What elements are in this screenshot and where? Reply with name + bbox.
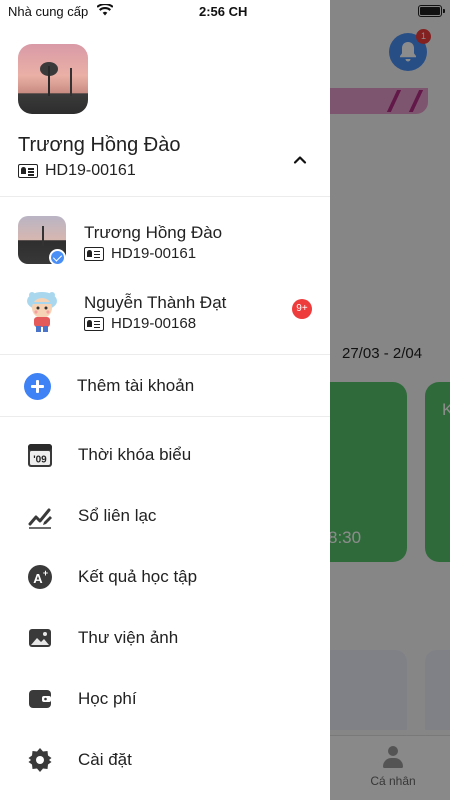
account-id: HD19-00168 [111, 315, 197, 332]
menu-item-timetable[interactable]: '09 Thời khóa biểu [0, 427, 330, 483]
id-card-icon [18, 164, 38, 178]
account-name: Trương Hồng Đào [84, 223, 223, 242]
account-item-1[interactable]: Trương Hồng Đào HD19-00161 [0, 216, 330, 278]
account-item-2[interactable]: Nguyễn Thành Đạt HD19-00168 9+ [0, 286, 330, 348]
account-avatar [18, 286, 66, 334]
current-user-id: HD19-00161 [45, 162, 136, 179]
carrier-label: Nhà cung cấp [8, 4, 89, 19]
menu-label: Kết quả học tập [78, 567, 198, 586]
menu-item-tuition[interactable]: Học phí [0, 671, 330, 727]
wifi-icon [97, 4, 113, 16]
id-card-icon [84, 246, 104, 261]
svg-text:A: A [33, 571, 43, 586]
calendar-09-icon: '09 [28, 444, 52, 467]
clock-label: 2:56 CH [199, 4, 248, 19]
menu-item-settings[interactable]: Cài đặt [0, 732, 330, 788]
account-name: Nguyễn Thành Đạt [84, 293, 227, 312]
plus-circle-icon [24, 373, 51, 400]
image-icon [29, 629, 51, 647]
selected-check-icon [49, 249, 66, 266]
settings-icon [28, 748, 52, 772]
menu-item-academic-results[interactable]: A + Kết quả học tập [0, 549, 330, 605]
menu-item-photo-library[interactable]: Thư viện ảnh [0, 610, 330, 666]
chevron-up-icon[interactable] [290, 150, 310, 170]
current-user-id-row: HD19-00161 [18, 162, 136, 180]
add-account-button[interactable]: Thêm tài khoản [0, 360, 330, 412]
navigation-drawer: Trương Hồng Đào HD19-00161 Trương Hồng Đ… [0, 0, 330, 800]
account-id-row: HD19-00161 [84, 245, 196, 262]
grade-icon: A + [28, 565, 52, 589]
account-id-row: HD19-00168 [84, 315, 196, 332]
menu-label: Thời khóa biểu [78, 445, 192, 464]
divider [0, 354, 330, 355]
status-bar: Nhà cung cấp 2:56 CH [0, 0, 450, 24]
id-card-icon [84, 316, 104, 331]
menu-label: Sổ liên lạc [78, 506, 157, 525]
svg-text:'09: '09 [33, 455, 47, 466]
divider [0, 416, 330, 417]
menu-item-contact-book[interactable]: Sổ liên lạc [0, 488, 330, 544]
battery-icon [418, 5, 445, 17]
account-id: HD19-00161 [111, 245, 197, 262]
unread-count-badge: 9+ [292, 299, 312, 319]
menu-label: Cài đặt [78, 750, 132, 769]
current-user-avatar[interactable] [18, 44, 88, 114]
add-account-label: Thêm tài khoản [77, 376, 195, 395]
menu-label: Thư viện ảnh [78, 628, 179, 647]
svg-text:+: + [43, 568, 48, 578]
pencil-chart-icon [28, 508, 52, 529]
divider [0, 196, 330, 197]
wallet-icon [29, 690, 51, 708]
current-user-name: Trương Hồng Đào [18, 134, 181, 156]
menu-label: Học phí [78, 689, 137, 708]
kid-avatar-icon [27, 292, 57, 332]
